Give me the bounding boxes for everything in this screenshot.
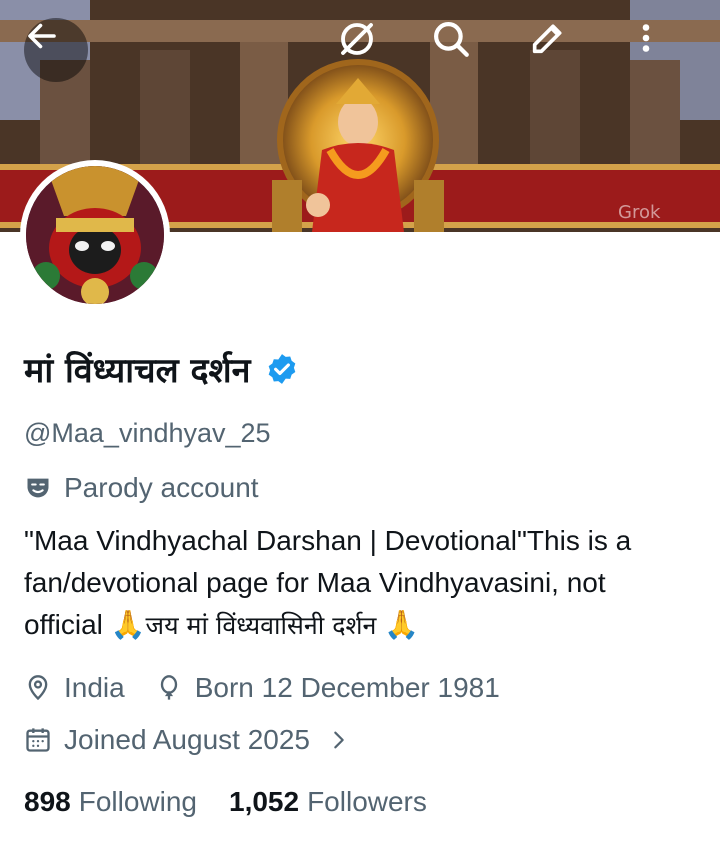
more-vertical-icon (642, 24, 650, 52)
display-name-row: मां विंध्याचल दर्शन (24, 346, 299, 392)
following-label: Following (78, 786, 197, 817)
birthday-text: Born 12 December 1981 (194, 672, 500, 703)
bio-line: official 🙏जय मां विंध्यवासिनी दर्शन 🙏 (24, 604, 704, 647)
joined-row[interactable]: Joined August 2025 (24, 724, 350, 756)
search-button[interactable] (430, 18, 494, 82)
follow-stats: 898 Following 1,052 Followers (24, 786, 459, 818)
joined-item[interactable]: Joined August 2025 (24, 724, 310, 756)
banner-watermark: Grok (618, 202, 661, 223)
profile-avatar[interactable] (20, 160, 170, 310)
parody-label: Parody account (64, 472, 259, 503)
user-handle: @Maa_vindhyav_25 (24, 418, 271, 448)
profile-meta-row: India Born 12 December 1981 (24, 672, 530, 704)
verified-badge-icon[interactable] (265, 352, 299, 386)
location-pin-icon (28, 675, 48, 701)
location-text: India (64, 672, 125, 703)
profile-bio: "Maa Vindhyachal Darshan | Devotional"Th… (24, 520, 704, 647)
location-item: India (24, 672, 125, 704)
birthday-item: Born 12 December 1981 (155, 672, 500, 704)
search-icon (434, 22, 469, 57)
followers-link[interactable]: 1,052 Followers (229, 786, 427, 818)
history-slash-icon (341, 23, 373, 55)
bio-line: fan/devotional page for Maa Vindhyavasin… (24, 567, 606, 598)
balloon-icon (160, 675, 177, 700)
calendar-icon (26, 728, 50, 752)
more-options-button[interactable] (628, 18, 692, 82)
folded-hands-emoji: 🙏 (384, 609, 420, 640)
history-button[interactable] (336, 18, 400, 82)
followers-count: 1,052 (229, 786, 300, 817)
followers-label: Followers (307, 786, 427, 817)
theater-mask-icon (27, 478, 49, 498)
joined-text: Joined August 2025 (64, 724, 310, 755)
following-count: 898 (24, 786, 71, 817)
folded-hands-emoji: 🙏 (110, 609, 146, 640)
back-button[interactable] (24, 18, 88, 82)
avatar-image (26, 166, 164, 304)
arrow-left-icon (28, 23, 56, 49)
edit-pencil-icon (532, 24, 562, 54)
display-name: मां विंध्याचल दर्शन (24, 351, 251, 391)
edit-button[interactable] (528, 18, 592, 82)
chevron-right-icon[interactable] (328, 727, 350, 753)
bio-text: official (24, 609, 111, 640)
following-link[interactable]: 898 Following (24, 786, 197, 818)
bio-hindi-text: जय मां विंध्यवासिनी दर्शन (145, 611, 385, 640)
bio-line: "Maa Vindhyachal Darshan | Devotional"Th… (24, 525, 632, 556)
parody-label-row: Parody account (24, 472, 259, 504)
